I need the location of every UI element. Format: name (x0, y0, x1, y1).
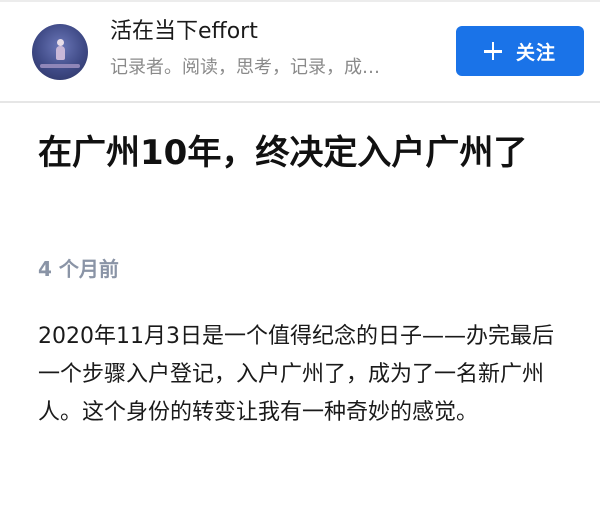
header-divider (0, 101, 600, 103)
author-bar: 活在当下effort 记录者。阅读，思考，记录，成… 关注 (0, 2, 600, 100)
avatar-ground (40, 64, 80, 68)
post-time: 4 个月前 (38, 257, 119, 281)
article-body: 2020年11月3日是一个值得纪念的日子——办完最后一个步骤入户登记，入户广州了… (38, 324, 554, 425)
plus-icon (483, 42, 502, 60)
author-bio: 记录者。阅读，思考，记录，成… (110, 57, 380, 78)
article-title: 在广州10年，终决定入户广州了 (38, 133, 528, 173)
avatar-figure-body (56, 46, 65, 60)
avatar-figure-head (57, 39, 64, 46)
avatar[interactable] (32, 24, 88, 80)
follow-button-label: 关注 (515, 41, 556, 64)
follow-button[interactable]: 关注 (456, 26, 584, 76)
author-name[interactable]: 活在当下effort (110, 18, 258, 46)
